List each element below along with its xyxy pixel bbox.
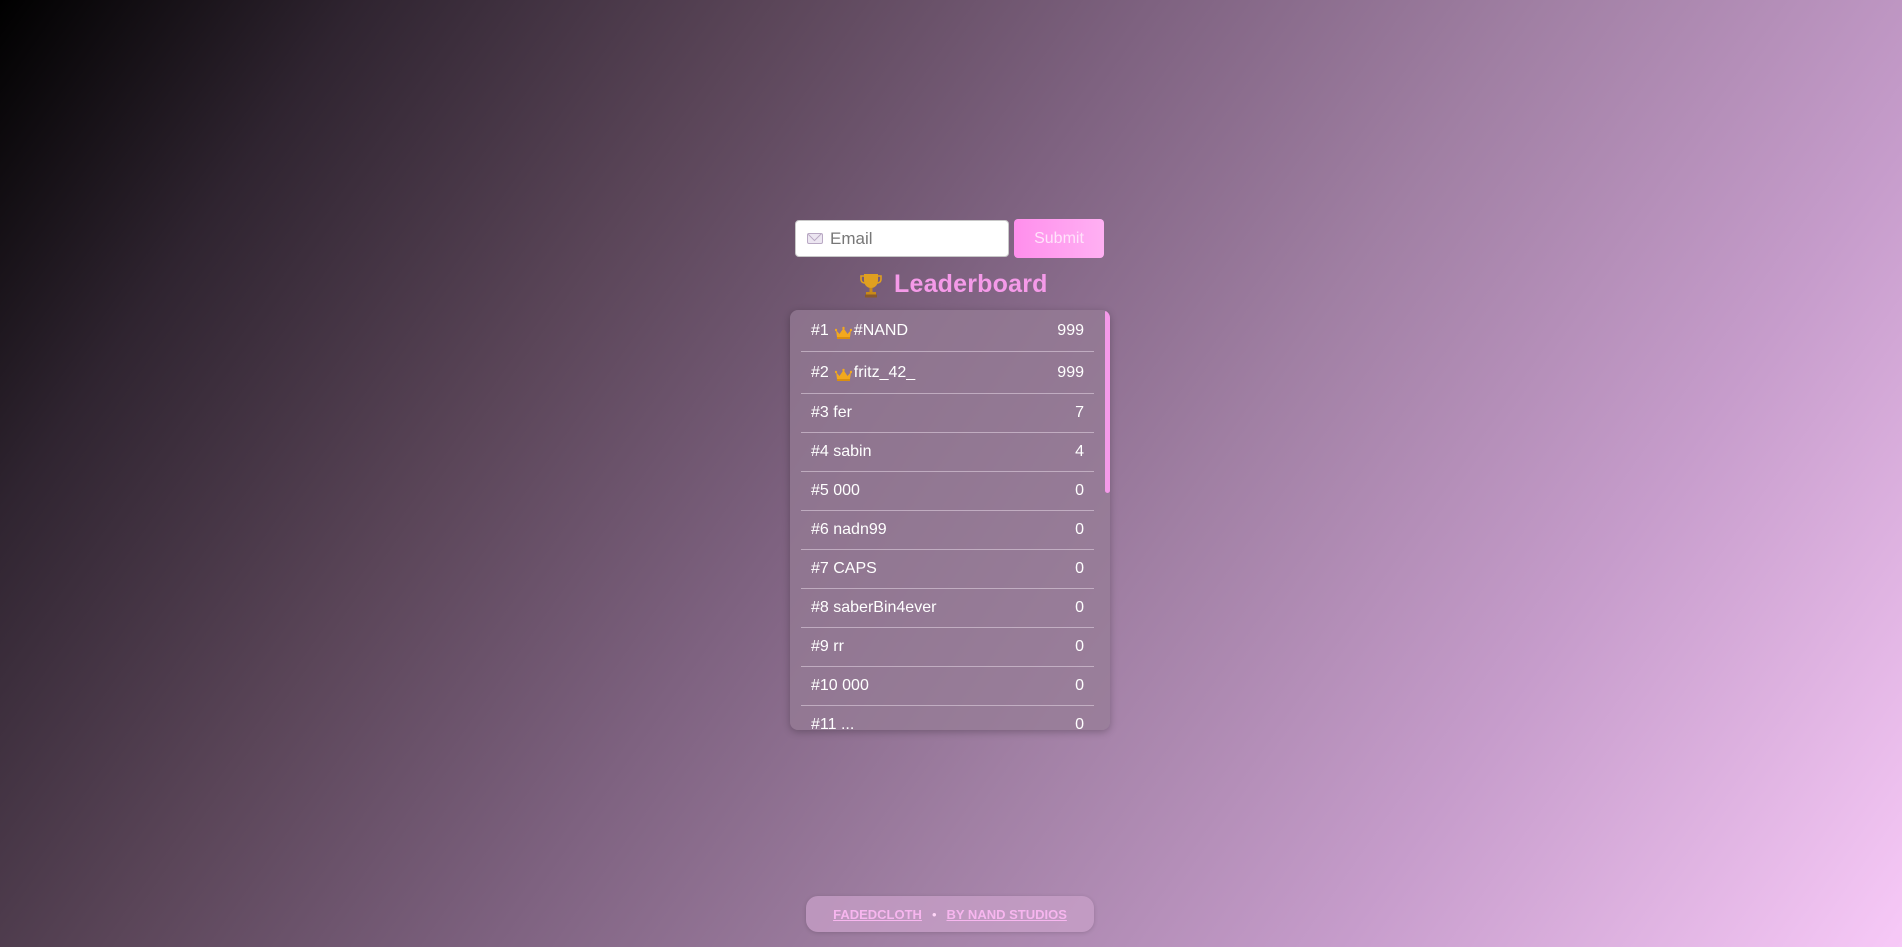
crown-icon <box>834 326 852 339</box>
leaderboard-player-name: rr <box>833 638 844 655</box>
leaderboard-entry-label: #7 CAPS <box>811 560 877 578</box>
submit-button[interactable]: Submit <box>1014 219 1104 258</box>
leaderboard-header: Leaderboard <box>860 270 1048 299</box>
leaderboard-entry-label: #1 #NAND <box>811 322 908 340</box>
leaderboard-entry-label: #4 sabin <box>811 443 872 461</box>
leaderboard-panel[interactable]: #1 #NAND 999 #2 fritz_42_ 999 #3 fer 7 #4 sabin 4… <box>790 310 1110 730</box>
leaderboard-entry-label: #8 saberBin4ever <box>811 599 936 617</box>
leaderboard-row: #3 fer 7 <box>801 394 1094 433</box>
leaderboard-player-name: 000 <box>842 677 869 694</box>
leaderboard-rank: #1 <box>811 321 829 339</box>
leaderboard-score: 999 <box>1057 363 1084 381</box>
leaderboard-score: 0 <box>1075 716 1084 730</box>
fadedcloth-link[interactable]: FADEDCLOTH <box>833 907 922 922</box>
leaderboard-player-name: sabin <box>833 443 872 460</box>
leaderboard-player-name: #NAND <box>853 321 909 339</box>
leaderboard-entry-label: #2 fritz_42_ <box>811 364 915 382</box>
leaderboard-list: #1 #NAND 999 #2 fritz_42_ 999 #3 fer 7 #4 sabin 4… <box>801 310 1094 730</box>
email-form: Submit <box>795 219 1104 258</box>
leaderboard-rank: #3 <box>811 404 829 421</box>
leaderboard-row: #6 nadn99 0 <box>801 511 1094 550</box>
leaderboard-row: #11 ... 0 <box>801 706 1094 730</box>
email-input[interactable] <box>830 228 990 249</box>
leaderboard-entry-label: #5 000 <box>811 482 860 500</box>
leaderboard-rank: #10 <box>811 677 838 694</box>
leaderboard-player-name: fer <box>833 404 852 421</box>
leaderboard-scrollbar[interactable] <box>1105 310 1110 493</box>
footer: FADEDCLOTH • BY NAND STUDIOS <box>806 896 1094 932</box>
leaderboard-row: #4 sabin 4 <box>801 433 1094 472</box>
leaderboard-title: Leaderboard <box>894 270 1048 298</box>
leaderboard-rank: #2 <box>811 363 829 381</box>
envelope-icon <box>807 233 823 244</box>
leaderboard-score: 0 <box>1075 560 1084 577</box>
leaderboard-player-name: saberBin4ever <box>833 599 937 616</box>
leaderboard-score: 0 <box>1075 638 1084 655</box>
leaderboard-row: #8 saberBin4ever 0 <box>801 589 1094 628</box>
leaderboard-row: #10 000 0 <box>801 667 1094 706</box>
leaderboard-player-name: nadn99 <box>833 521 887 538</box>
leaderboard-row: #5 000 0 <box>801 472 1094 511</box>
leaderboard-rank: #4 <box>811 443 829 460</box>
leaderboard-player-name: 000 <box>833 482 860 499</box>
leaderboard-score: 4 <box>1075 443 1084 460</box>
leaderboard-score: 0 <box>1075 677 1084 694</box>
leaderboard-row: #9 rr 0 <box>801 628 1094 667</box>
leaderboard-rank: #8 <box>811 599 829 616</box>
leaderboard-player-name: CAPS <box>833 560 877 577</box>
leaderboard-entry-label: #3 fer <box>811 404 852 422</box>
leaderboard-rank: #5 <box>811 482 829 499</box>
leaderboard-player-name: fritz_42_ <box>853 363 916 381</box>
leaderboard-entry-label: #6 nadn99 <box>811 521 887 539</box>
leaderboard-entry-label: #10 000 <box>811 677 869 695</box>
leaderboard-score: 0 <box>1075 599 1084 616</box>
crown-icon <box>834 368 852 381</box>
leaderboard-rank: #9 <box>811 638 829 655</box>
trophy-icon <box>860 273 882 297</box>
leaderboard-score: 7 <box>1075 404 1084 421</box>
leaderboard-row: #7 CAPS 0 <box>801 550 1094 589</box>
leaderboard-score: 0 <box>1075 521 1084 538</box>
leaderboard-row: #2 fritz_42_ 999 <box>801 352 1094 394</box>
footer-separator: • <box>931 906 937 922</box>
leaderboard-rank: #11 <box>811 716 837 730</box>
leaderboard-score: 0 <box>1075 482 1084 499</box>
email-field-wrapper[interactable] <box>795 220 1009 257</box>
leaderboard-row: #1 #NAND 999 <box>801 310 1094 352</box>
leaderboard-entry-label: #11 ... <box>811 716 854 730</box>
leaderboard-rank: #7 <box>811 560 829 577</box>
nand-studios-link[interactable]: BY NAND STUDIOS <box>947 907 1067 922</box>
leaderboard-score: 999 <box>1057 321 1084 339</box>
leaderboard-entry-label: #9 rr <box>811 638 844 656</box>
leaderboard-rank: #6 <box>811 521 829 538</box>
leaderboard-player-name: ... <box>840 716 855 730</box>
